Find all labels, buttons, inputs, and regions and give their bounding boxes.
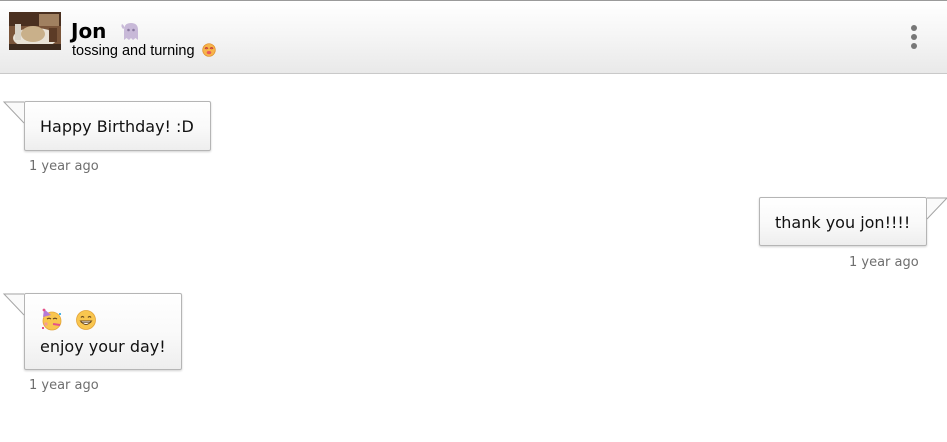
message-bubble-incoming[interactable]: Happy Birthday! :D: [2, 101, 211, 151]
more-menu-button[interactable]: [902, 21, 926, 53]
status-text: tossing and turning: [72, 43, 195, 59]
partying-face-emoji: [42, 308, 62, 331]
chat-window: Jon tossing and turning Happy Birthday! …: [0, 0, 947, 442]
bubble-tail: [926, 197, 947, 220]
avatar-photo-icon: [9, 12, 61, 50]
contact-name: Jon: [71, 19, 107, 43]
message-text: thank you jon!!!!: [775, 213, 911, 232]
bubble-tail: [2, 293, 25, 316]
bubble-tail: [2, 101, 25, 124]
grinning-face-emoji: [76, 310, 96, 330]
message-bubble-outgoing[interactable]: thank you jon!!!!: [759, 197, 947, 246]
message-timestamp: 1 year ago: [849, 255, 919, 270]
message-timestamp: 1 year ago: [29, 159, 99, 174]
contact-status: tossing and turning: [72, 42, 216, 60]
avatar[interactable]: [9, 12, 61, 50]
emoji-row: [40, 308, 103, 332]
message-bubble-incoming[interactable]: enjoy your day!: [2, 293, 182, 370]
ghost-icon: [121, 23, 138, 40]
message-timestamp: 1 year ago: [29, 378, 99, 393]
message-text: Happy Birthday! :D: [40, 117, 194, 136]
dizzy-face-emoji: [201, 43, 216, 57]
chat-header: Jon tossing and turning: [0, 0, 947, 74]
message-text: enjoy your day!: [40, 337, 166, 356]
